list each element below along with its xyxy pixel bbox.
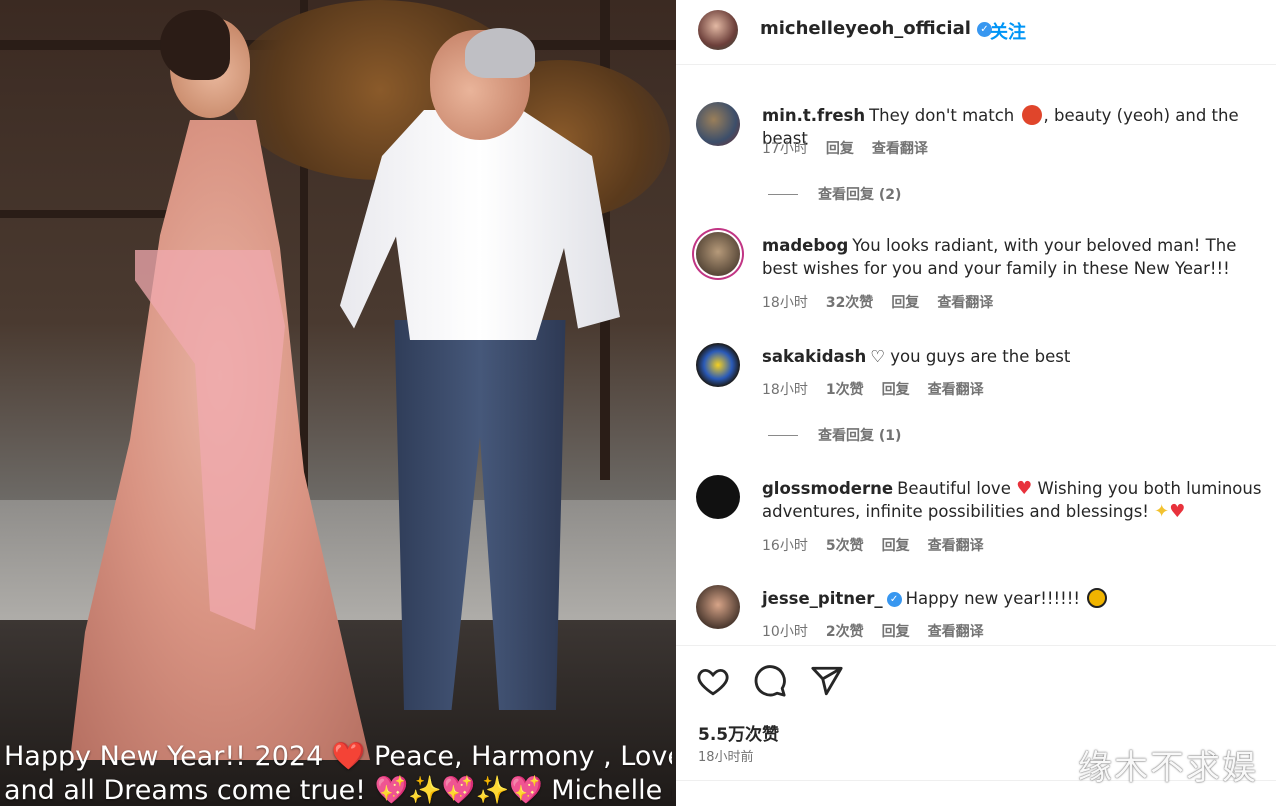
comment-text-part: ♡ you guys are the best — [870, 347, 1071, 366]
comment-time: 10小时 — [762, 624, 808, 640]
reply-button[interactable]: 回复 — [882, 624, 910, 640]
comment-text-part: Happy new year!!!!!! — [905, 589, 1080, 608]
post-actions — [696, 664, 862, 698]
red-heart-icon: ♥ — [1169, 501, 1186, 522]
commenter-avatar[interactable] — [696, 585, 740, 629]
post-caption: Happy New Year!! 2024 ❤️ Peace, Harmony … — [4, 740, 672, 806]
post-likes[interactable]: 5.5万次赞 — [698, 720, 779, 745]
comment-meta: 17小时 回复 查看翻译 — [762, 138, 946, 158]
reply-button[interactable]: 回复 — [882, 382, 910, 398]
comment-likes[interactable]: 5次赞 — [826, 538, 864, 554]
translate-button[interactable]: 查看翻译 — [872, 141, 928, 157]
comment-time: 17小时 — [762, 141, 808, 157]
share-icon[interactable] — [810, 664, 844, 698]
author-avatar[interactable] — [698, 10, 738, 50]
comment-time: 18小时 — [762, 295, 808, 311]
verified-icon: ✓ — [886, 592, 902, 607]
comment-text-part: Beautiful love — [897, 479, 1011, 498]
comment-meta: 18小时 32次赞 回复 查看翻译 — [762, 292, 1011, 312]
comment-text: jesse_pitner_ ✓ Happy new year!!!!!! — [762, 587, 1267, 610]
red-heart-icon: ♥ — [1016, 478, 1033, 499]
comment-text: glossmoderne Beautiful love ♥ Wishing you… — [762, 477, 1267, 523]
comment-icon[interactable] — [753, 664, 787, 698]
comment-meta: 18小时 1次赞 回复 查看翻译 — [762, 379, 1002, 399]
commenter-avatar[interactable] — [696, 475, 740, 519]
comments-panel: michelleyeoh_official ✓ 关注 min.t.fresh The… — [676, 0, 1276, 806]
comment-text: madebog You looks radiant, with your belo… — [762, 234, 1267, 280]
dash-divider — [768, 435, 798, 436]
caption-line-2: and all Dreams come true! 💖✨💖✨💖 Michelle… — [4, 775, 672, 806]
translate-button[interactable]: 查看翻译 — [928, 624, 984, 640]
divider — [676, 645, 1276, 646]
view-replies-button[interactable]: 查看回复 (2) — [768, 184, 901, 204]
commenter-username[interactable]: sakakidash — [762, 347, 866, 366]
comment-likes[interactable]: 1次赞 — [826, 382, 864, 398]
angry-emoji-icon — [1021, 105, 1042, 125]
comment-text-part: They don't match — [869, 106, 1015, 125]
commenter-avatar[interactable] — [696, 232, 740, 276]
sparkles-icon: ✦ — [1154, 501, 1170, 522]
post-time: 18小时前 — [698, 750, 754, 765]
comment-likes[interactable]: 32次赞 — [826, 295, 873, 311]
author-username-text[interactable]: michelleyeoh_official — [760, 18, 971, 39]
translate-button[interactable]: 查看翻译 — [928, 538, 984, 554]
author-username[interactable]: michelleyeoh_official ✓ — [760, 18, 992, 39]
commenter-avatar[interactable] — [696, 343, 740, 387]
comment-meta: 10小时 2次赞 回复 查看翻译 — [762, 621, 1002, 641]
commenter-username[interactable]: madebog — [762, 236, 848, 255]
view-replies-label[interactable]: 查看回复 (1) — [818, 428, 901, 444]
translate-button[interactable]: 查看翻译 — [928, 382, 984, 398]
dash-divider — [768, 194, 798, 195]
comment-text: sakakidash ♡ you guys are the best — [762, 345, 1267, 368]
comment-likes[interactable]: 2次赞 — [826, 624, 864, 640]
reply-button[interactable]: 回复 — [826, 141, 854, 157]
post-photo: Happy New Year!! 2024 ❤️ Peace, Harmony … — [0, 0, 676, 806]
commenter-username[interactable]: jesse_pitner_ — [762, 589, 883, 608]
translate-button[interactable]: 查看翻译 — [937, 295, 993, 311]
commenter-avatar[interactable] — [696, 102, 740, 146]
reply-button[interactable]: 回复 — [882, 538, 910, 554]
woman-hair — [160, 10, 230, 80]
caption-line-1: Happy New Year!! 2024 ❤️ Peace, Harmony … — [4, 741, 672, 772]
view-replies-button[interactable]: 查看回复 (1) — [768, 425, 901, 445]
commenter-username[interactable]: glossmoderne — [762, 479, 893, 498]
reply-button[interactable]: 回复 — [891, 295, 919, 311]
commenter-username[interactable]: min.t.fresh — [762, 106, 865, 125]
heart-icon[interactable] — [696, 664, 730, 698]
view-replies-label[interactable]: 查看回复 (2) — [818, 187, 901, 203]
comment-time: 18小时 — [762, 382, 808, 398]
post-header: michelleyeoh_official ✓ 关注 — [676, 0, 1276, 65]
follow-button[interactable]: 关注 — [990, 18, 1026, 44]
bee-emoji-icon — [1087, 588, 1108, 608]
watermark: 缘木不求娱 — [1078, 748, 1258, 788]
comment-time: 16小时 — [762, 538, 808, 554]
comment-meta: 16小时 5次赞 回复 查看翻译 — [762, 535, 1002, 555]
man-hair — [465, 28, 535, 78]
